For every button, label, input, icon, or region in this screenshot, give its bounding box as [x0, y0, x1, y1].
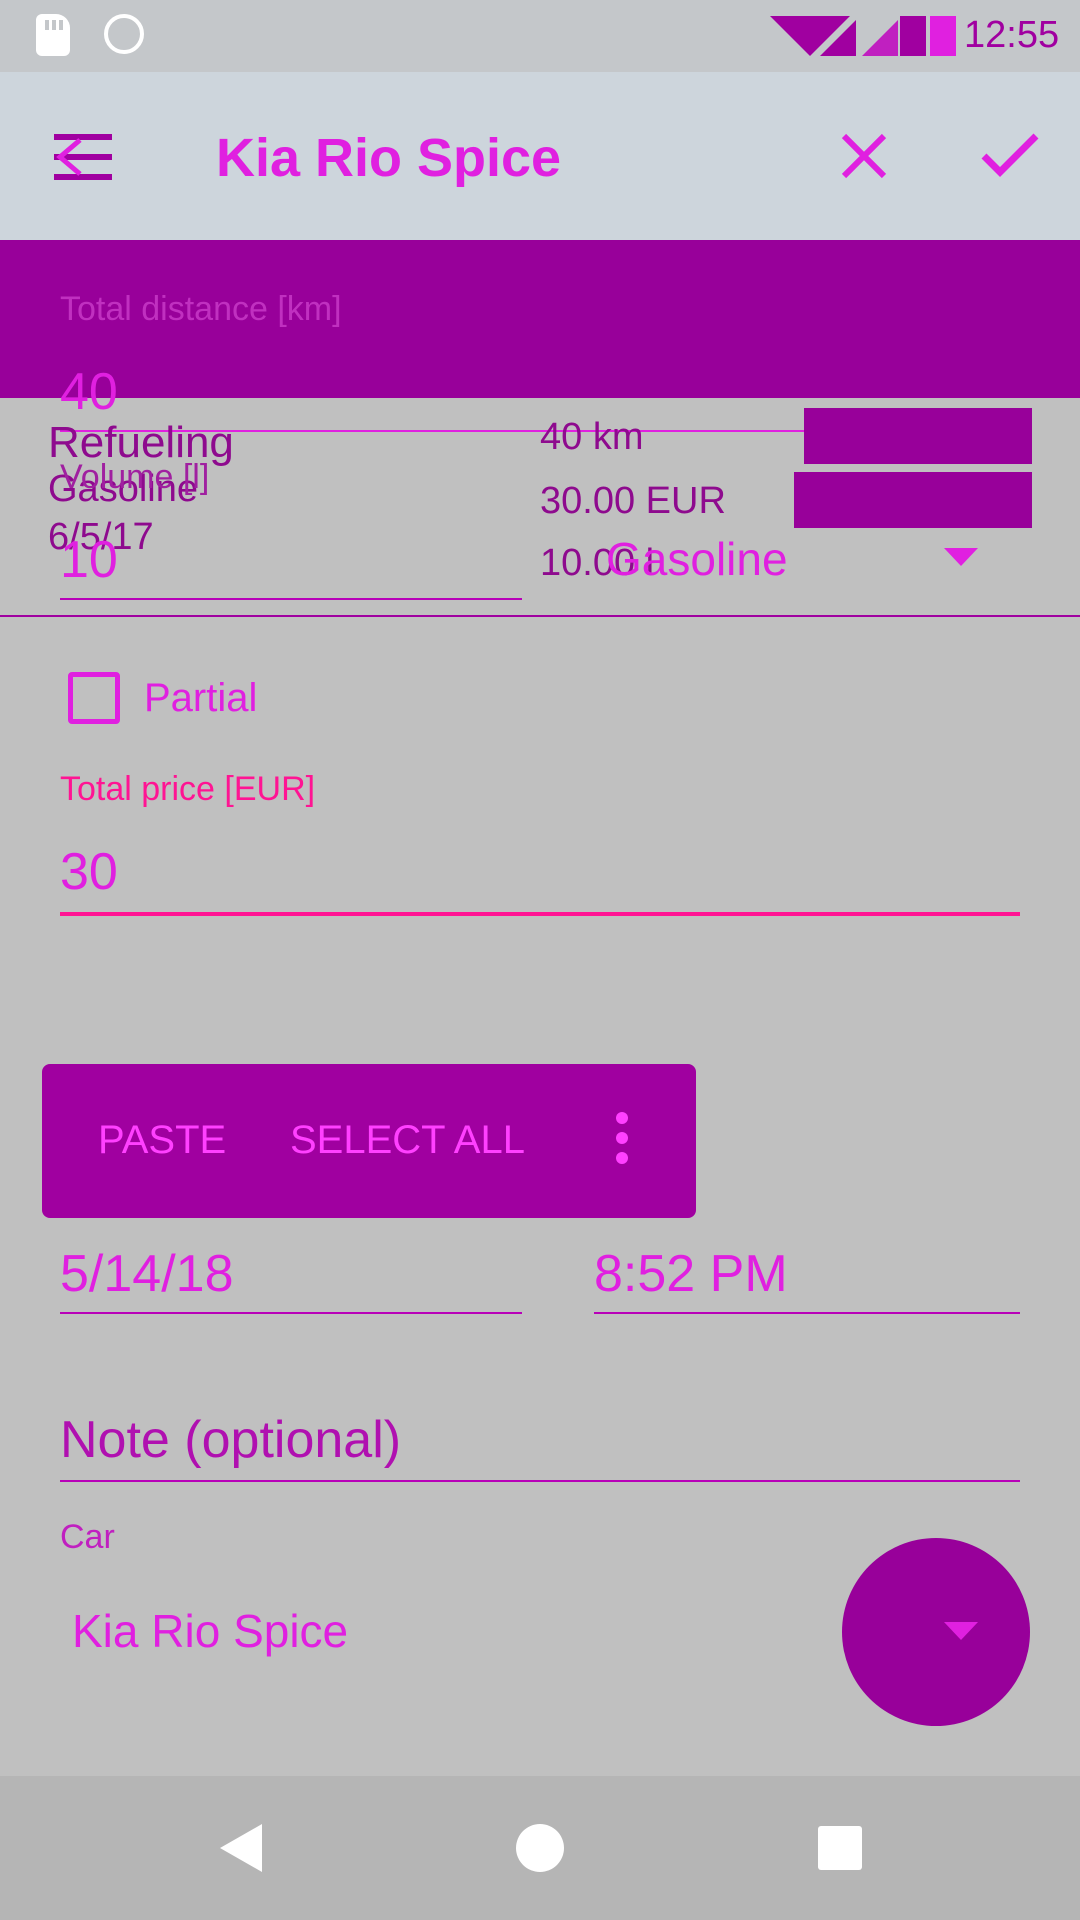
entry-bar-2 — [794, 472, 1032, 528]
chevron-down-icon — [944, 1622, 978, 1640]
floating-action-button[interactable] — [842, 1538, 1030, 1726]
entry-bar-1 — [804, 408, 1032, 464]
time-input[interactable]: 8:52 PM — [594, 1244, 788, 1304]
entry-distance: 40 km — [540, 416, 644, 458]
close-icon[interactable] — [840, 132, 888, 180]
car-label: Car — [60, 1518, 115, 1556]
clock: 12:55 — [964, 14, 1060, 56]
section-divider — [0, 615, 1080, 617]
fuel-type-dropdown[interactable]: Gasoline — [606, 532, 788, 586]
time-underline — [594, 1312, 1020, 1314]
menu-icon[interactable] — [54, 134, 114, 180]
volume-underline — [60, 598, 522, 600]
car-dropdown[interactable]: Kia Rio Spice — [72, 1604, 348, 1658]
paste-button[interactable]: PASTE — [98, 1118, 226, 1163]
chevron-down-icon — [944, 548, 978, 566]
signal-battery-icons — [770, 16, 956, 56]
partial-checkbox[interactable] — [68, 672, 120, 724]
more-options-icon[interactable] — [614, 1112, 630, 1164]
price-underline — [60, 912, 1020, 916]
home-icon[interactable] — [516, 1824, 564, 1872]
partial-label: Partial — [144, 676, 258, 720]
price-label: Total price [EUR] — [60, 770, 316, 808]
volume-label: Volume [l] — [60, 458, 210, 496]
date-input[interactable]: 5/14/18 — [60, 1244, 234, 1304]
back-icon[interactable] — [216, 1822, 266, 1874]
date-underline — [60, 1312, 522, 1314]
volume-input[interactable]: 10 — [60, 530, 118, 590]
sd-card-icon — [36, 14, 70, 56]
select-all-button[interactable]: SELECT ALL — [290, 1118, 525, 1163]
check-icon[interactable] — [980, 132, 1040, 180]
entry-price: 30.00 EUR — [540, 480, 726, 522]
toolbar-title: Kia Rio Spice — [216, 128, 562, 188]
distance-input[interactable]: 40 — [60, 362, 118, 422]
note-underline — [60, 1480, 1020, 1482]
price-input[interactable]: 30 — [60, 842, 118, 902]
distance-label: Total distance [km] — [60, 290, 342, 328]
recents-icon[interactable] — [818, 1826, 862, 1870]
note-input[interactable]: Note (optional) — [60, 1410, 401, 1470]
sync-circle-icon — [104, 14, 144, 54]
